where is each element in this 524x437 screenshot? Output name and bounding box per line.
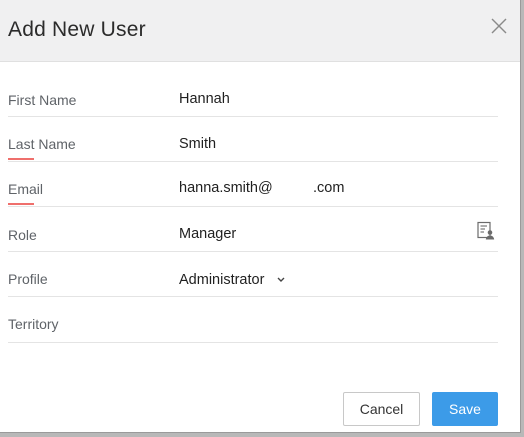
required-indicator — [8, 158, 34, 160]
profile-label: Profile — [8, 271, 48, 287]
close-icon[interactable] — [487, 14, 511, 38]
role-lookup-icon[interactable] — [476, 221, 496, 246]
role-row: Role — [8, 206, 498, 252]
territory-row: Territory — [8, 296, 498, 343]
profile-row: Profile Administrator — [8, 251, 498, 297]
email-input[interactable] — [179, 180, 479, 196]
profile-selected-value: Administrator — [179, 272, 265, 288]
last-name-label: Last Name — [8, 136, 76, 152]
territory-input[interactable] — [179, 316, 479, 332]
first-name-row: First Name — [8, 71, 498, 117]
add-user-dialog: Add New User First Name Last Name Email … — [0, 0, 521, 433]
cancel-button[interactable]: Cancel — [343, 392, 420, 426]
chevron-down-icon — [276, 272, 286, 288]
role-label: Role — [8, 227, 37, 243]
role-input[interactable] — [179, 226, 439, 242]
save-button[interactable]: Save — [432, 392, 498, 426]
last-name-input[interactable] — [179, 136, 479, 152]
territory-label: Territory — [8, 316, 59, 332]
last-name-row: Last Name — [8, 116, 498, 162]
dialog-title: Add New User — [8, 18, 146, 41]
dialog-header: Add New User — [0, 0, 520, 62]
profile-select[interactable]: Administrator — [179, 272, 286, 288]
first-name-input[interactable] — [179, 91, 479, 107]
email-row: Email — [8, 161, 498, 207]
required-indicator — [8, 203, 34, 205]
first-name-label: First Name — [8, 92, 77, 108]
email-label: Email — [8, 181, 44, 197]
